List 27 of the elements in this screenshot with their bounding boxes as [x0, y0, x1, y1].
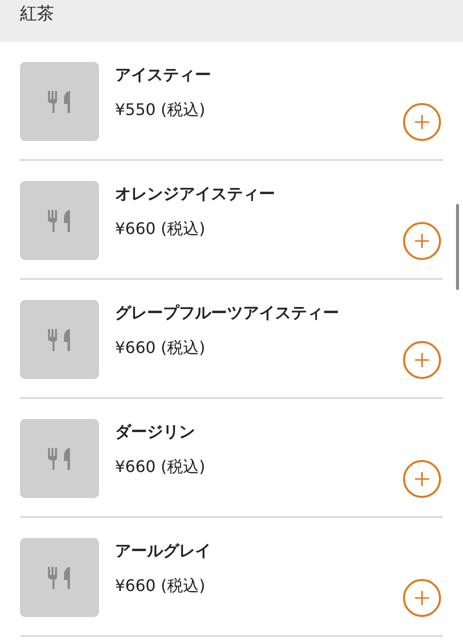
plus-icon	[414, 590, 430, 606]
plus-icon	[414, 114, 430, 130]
fork-knife-icon	[46, 326, 72, 352]
fork-knife-icon	[46, 446, 72, 472]
item-name: ダージリン	[115, 422, 196, 443]
item-name: グレープフルーツアイスティー	[115, 303, 340, 324]
item-price: ¥660 (税込)	[115, 219, 206, 240]
item-name: アイスティー	[115, 65, 212, 86]
add-button[interactable]	[403, 341, 441, 379]
plus-icon	[414, 471, 430, 487]
item-price: ¥550 (税込)	[115, 100, 206, 121]
scrollbar[interactable]	[456, 204, 459, 290]
add-button[interactable]	[403, 222, 441, 260]
item-name: アールグレイ	[115, 541, 212, 562]
plus-icon	[414, 233, 430, 249]
fork-knife-icon	[46, 208, 72, 234]
plus-icon	[414, 352, 430, 368]
add-button[interactable]	[403, 460, 441, 498]
item-price: ¥660 (税込)	[115, 457, 206, 478]
item-price: ¥660 (税込)	[115, 338, 206, 359]
item-name: オレンジアイスティー	[115, 184, 276, 205]
add-button[interactable]	[403, 103, 441, 141]
fork-knife-icon	[46, 564, 72, 590]
add-button[interactable]	[403, 579, 441, 617]
fork-knife-icon	[46, 88, 72, 114]
category-title: 紅茶	[20, 3, 54, 25]
item-price: ¥660 (税込)	[115, 576, 206, 597]
